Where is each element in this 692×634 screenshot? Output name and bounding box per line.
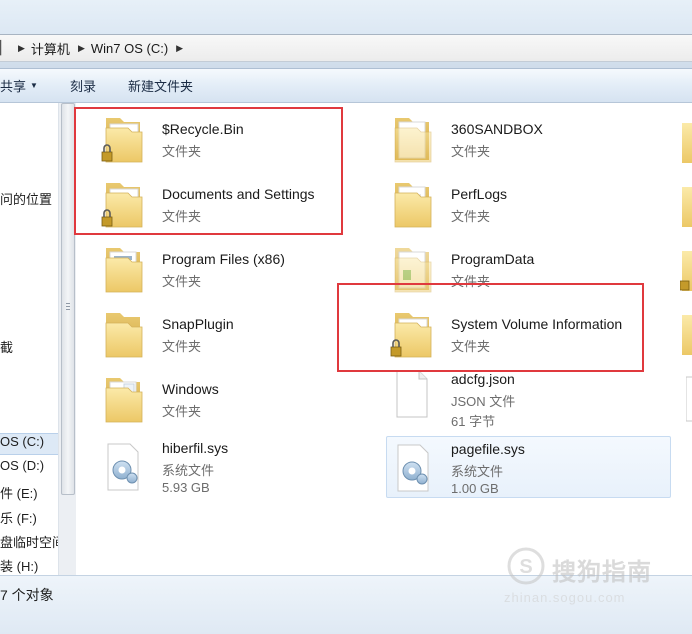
chevron-down-icon: ▼ (30, 81, 38, 90)
file-type: 文件夹 (162, 274, 202, 289)
folder-icon (105, 313, 143, 358)
svg-text:S: S (519, 556, 532, 578)
folder-icon (682, 123, 692, 163)
list-item[interactable]: PerfLogs 文件夹 (365, 171, 645, 233)
locked-folder-icon (680, 251, 692, 291)
share-label: 共享 (0, 79, 27, 94)
nav-item-recent-places[interactable]: 问的位置 (0, 189, 52, 208)
file-name: 360SANDBOX (451, 121, 543, 137)
breadcrumb-drive[interactable]: Win7 OS (C:) (91, 41, 168, 56)
nav-item-drive-h[interactable]: 装 (H:) (0, 556, 38, 575)
file-type: 文件夹 (451, 144, 491, 159)
json-file-icon (396, 370, 428, 418)
file-type: 文件夹 (162, 209, 202, 224)
file-name: $Recycle.Bin (162, 121, 244, 137)
locked-folder-icon (101, 118, 143, 163)
grip-line (66, 306, 70, 307)
folder-icon (394, 248, 432, 293)
locked-folder-icon (101, 183, 143, 228)
file-type: 文件夹 (162, 144, 202, 159)
grip-line (66, 303, 70, 304)
scrollbar-thumb[interactable] (61, 103, 75, 495)
file-type: 文件夹 (162, 404, 202, 419)
file-type: 文件夹 (162, 339, 202, 354)
nav-item-drive-e[interactable]: 件 (E:) (0, 483, 38, 502)
list-item[interactable]: SnapPlugin 文件夹 (76, 301, 356, 363)
file-name: ProgramData (451, 251, 535, 267)
sogou-logo-icon: S (507, 547, 545, 585)
file-size: 5.93 GB (162, 480, 210, 495)
new-folder-label: 新建文件夹 (127, 79, 193, 94)
nav-item-drive-c[interactable]: OS (C:) (0, 433, 59, 455)
list-item[interactable]: adcfg.json JSON 文件 61 字节 (365, 361, 645, 429)
list-item[interactable]: ProgramData 文件夹 (365, 236, 645, 298)
folder-icon (394, 118, 432, 163)
item-count: 7 个对象 (0, 587, 54, 603)
breadcrumb-arrow-icon[interactable]: ▶ (176, 43, 183, 54)
file-name: System Volume Information (451, 316, 623, 332)
system-file-icon (107, 443, 139, 491)
folder-icon (682, 187, 692, 227)
breadcrumb-arrow-icon[interactable]: ▶ (78, 43, 85, 54)
file-icon (686, 376, 692, 422)
new-folder-button[interactable]: 新建文件夹 (128, 76, 193, 95)
address-field[interactable]: ▏ ▶ 计算机 ▶ Win7 OS (C:) ▶ (0, 34, 692, 62)
file-type: 文件夹 (451, 209, 491, 224)
file-size: 61 字节 (451, 414, 496, 429)
watermark: S 搜狗指南 zhinan.sogou.com (504, 546, 674, 616)
file-name: hiberfil.sys (162, 440, 229, 456)
breadcrumb-arrow-icon[interactable]: ▶ (18, 43, 25, 54)
file-type: 文件夹 (451, 339, 491, 354)
share-button[interactable]: 共享 ▼ (0, 76, 38, 95)
file-name: adcfg.json (451, 371, 515, 387)
list-item[interactable]: Program Files (x86) 文件夹 (76, 236, 356, 298)
file-name: SnapPlugin (162, 316, 234, 332)
file-name: PerfLogs (451, 186, 508, 202)
burn-button[interactable]: 刻录 (70, 76, 96, 95)
list-item[interactable]: Windows 文件夹 (76, 366, 356, 428)
list-item[interactable]: 360SANDBOX 文件夹 (365, 106, 645, 168)
folder-icon (682, 315, 692, 355)
grip-line (66, 309, 70, 310)
list-item[interactable]: System Volume Information 文件夹 (365, 301, 645, 363)
command-toolbar: 共享 ▼ 刻录 新建文件夹 (0, 69, 692, 103)
list-item[interactable]: hiberfil.sys 系统文件 5.93 GB (76, 436, 356, 498)
file-name: Program Files (x86) (162, 251, 285, 267)
file-type: 文件夹 (451, 274, 491, 289)
locked-folder-icon (390, 313, 432, 358)
file-type: 系统文件 (162, 463, 215, 478)
list-item[interactable]: $Recycle.Bin 文件夹 (76, 106, 356, 168)
file-list-view: $Recycle.Bin 文件夹 360SANDBOX 文件夹 Document… (76, 103, 692, 575)
system-file-icon (397, 444, 429, 492)
burn-label: 刻录 (69, 79, 96, 94)
nav-item-drive-f[interactable]: 乐 (F:) (0, 508, 37, 527)
address-bar-area: ▏ ▶ 计算机 ▶ Win7 OS (C:) ▶ (0, 0, 692, 69)
watermark-url: zhinan.sogou.com (504, 590, 626, 605)
file-name: Windows (162, 381, 219, 397)
navigation-scrollbar[interactable] (58, 103, 76, 575)
watermark-brand: 搜狗指南 (552, 559, 652, 586)
file-type: JSON 文件 (451, 394, 516, 409)
file-type: 系统文件 (451, 464, 504, 479)
file-size: 1.00 GB (451, 481, 499, 496)
list-item-selected[interactable]: pagefile.sys 系统文件 1.00 GB (386, 436, 671, 498)
nav-item-screenshot[interactable]: 截 (0, 337, 13, 356)
nav-item-drive-d[interactable]: OS (D:) (0, 458, 44, 473)
folder-icon (105, 248, 143, 293)
folder-icon (394, 183, 432, 228)
nav-item-drive-g[interactable]: 盘临时空间 (0, 532, 65, 551)
breadcrumb-partial: ▏ (0, 40, 10, 55)
folder-icon (105, 378, 143, 423)
breadcrumb-computer[interactable]: 计算机 (31, 39, 70, 58)
file-name: Documents and Settings (162, 186, 315, 202)
file-name: pagefile.sys (451, 441, 525, 457)
list-item[interactable]: Documents and Settings 文件夹 (76, 171, 356, 233)
